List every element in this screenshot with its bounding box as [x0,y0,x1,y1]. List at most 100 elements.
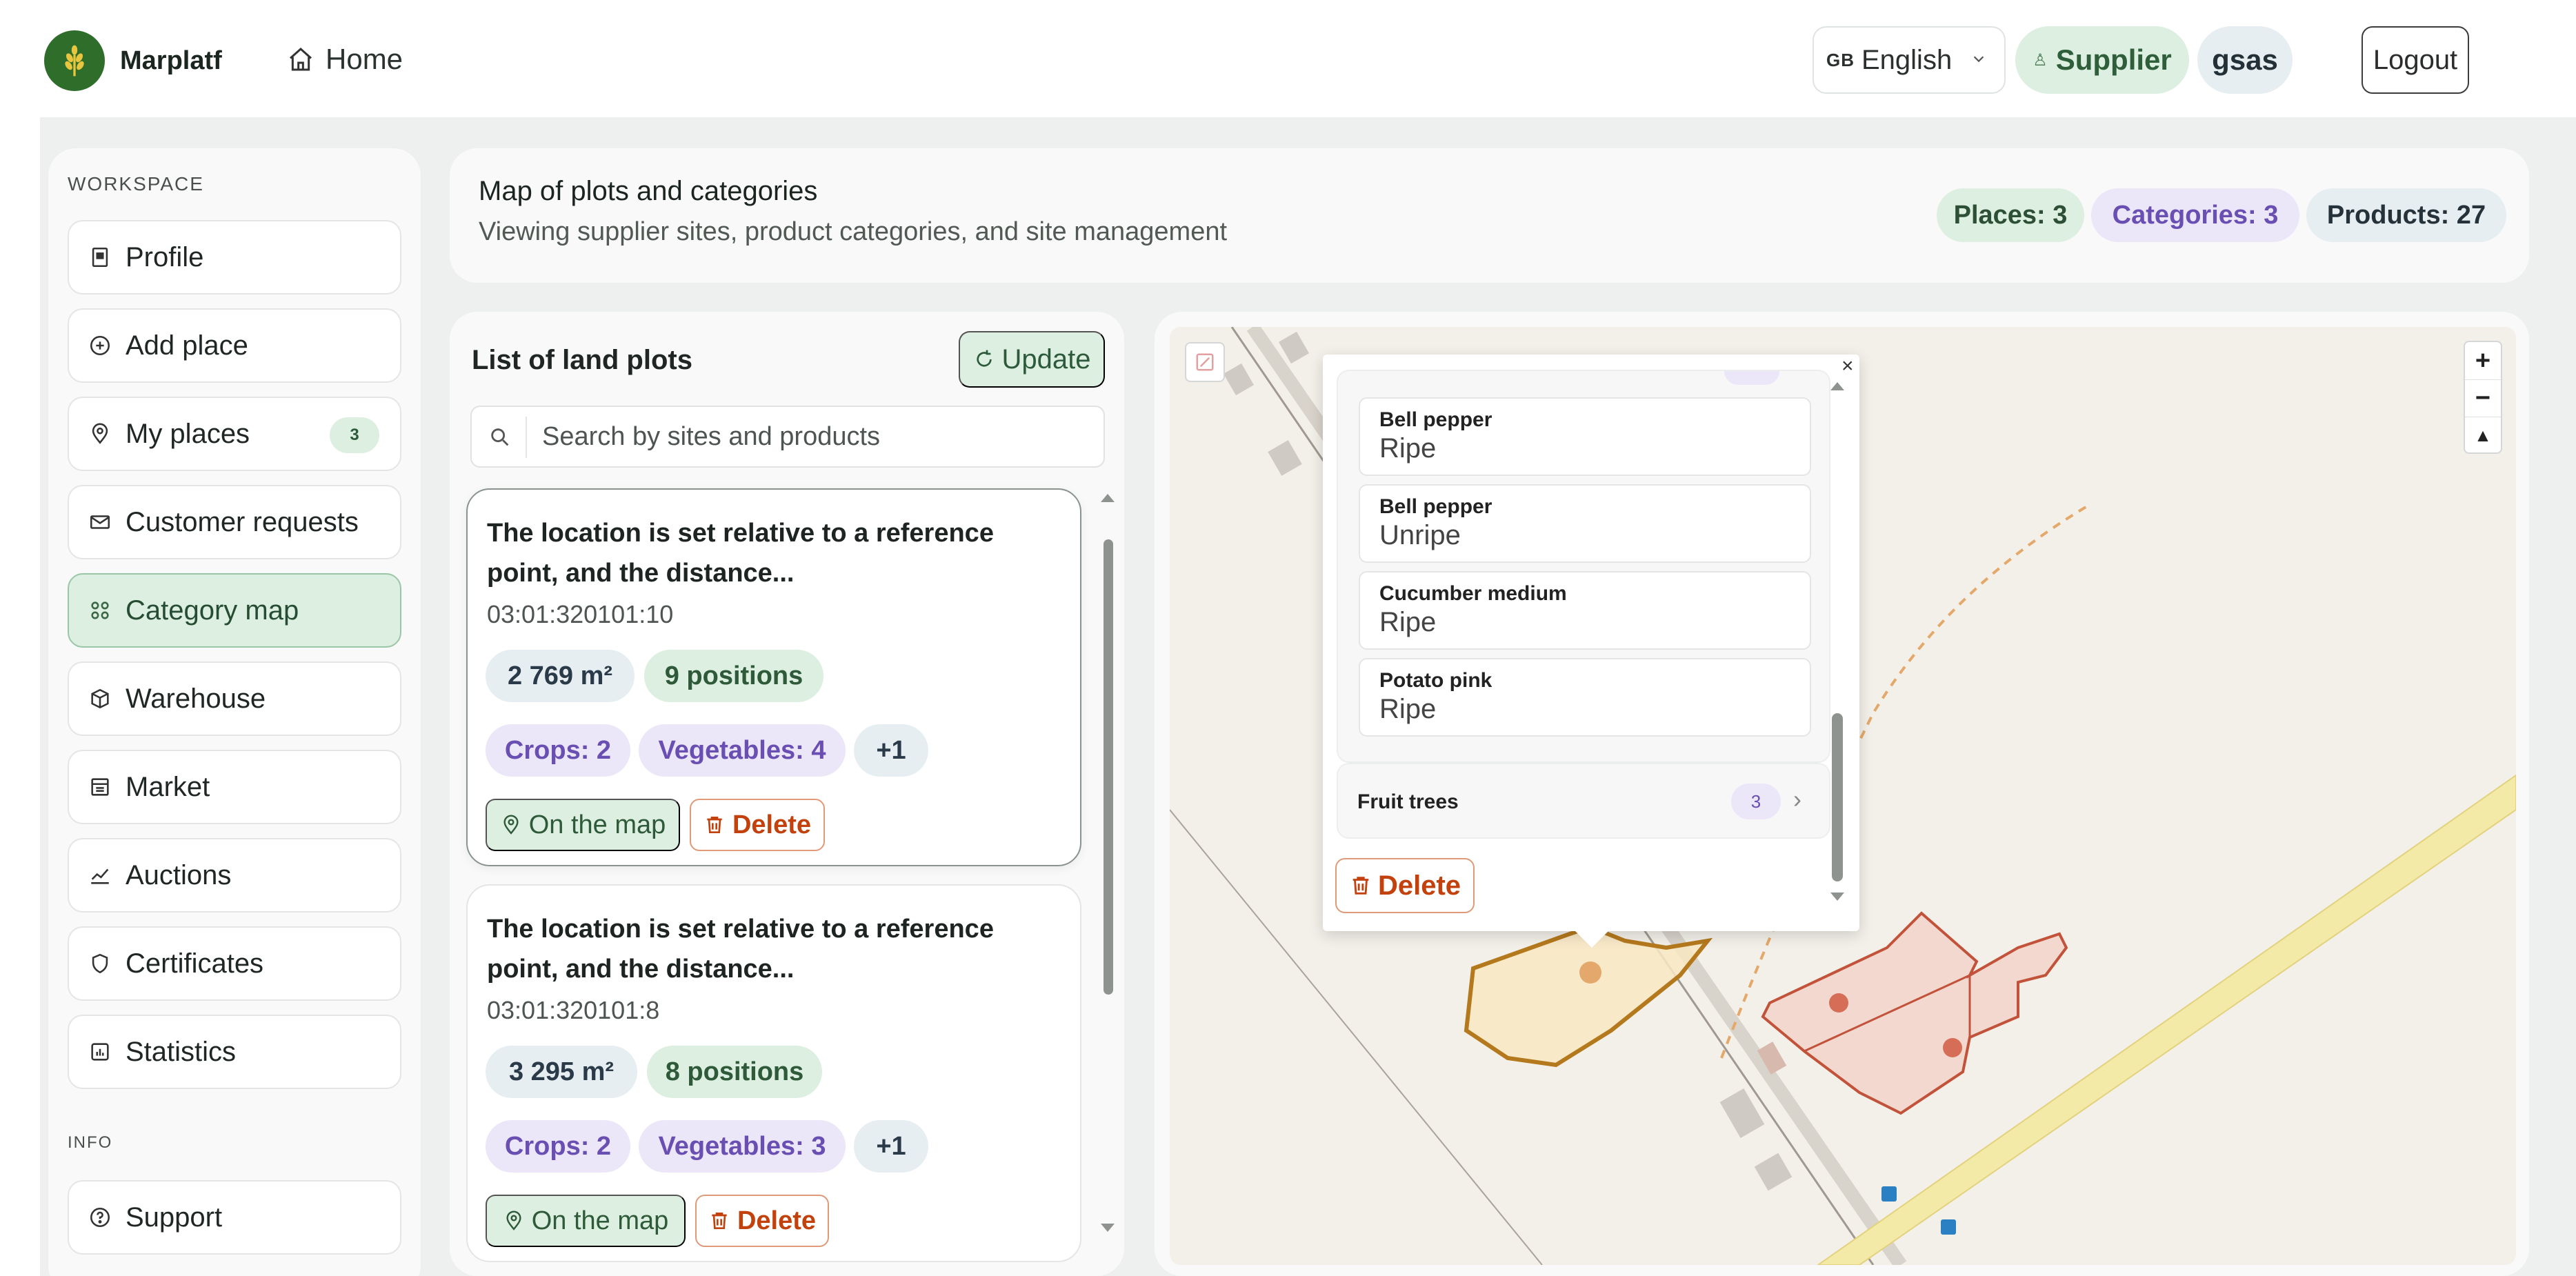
delete-plot-button[interactable]: Delete [690,799,825,851]
list-scroll-down-arrow[interactable] [1101,1224,1115,1232]
mail-icon [88,510,112,534]
category-row-fruit-trees[interactable]: Fruit trees 3 › [1337,763,1830,839]
list-scroll-up-arrow[interactable] [1101,494,1115,502]
product-name: Potato pink [1379,669,1492,692]
home-label: Home [326,43,403,75]
popup-product-list: Bell pepper Ripe Bell pepper Unripe Cucu… [1337,370,1830,763]
popup-delete-button[interactable]: Delete [1335,858,1475,913]
other-plot-marker [1829,993,1848,1013]
popup-close-button[interactable]: × [1841,355,1854,378]
bus-stop-icon [1941,1219,1956,1235]
page-header: Map of plots and categories Viewing supp… [450,148,2529,283]
product-name: Bell pepper [1379,408,1492,431]
product-item[interactable]: Bell pepper Unripe [1359,484,1811,563]
sidebar-item-warehouse[interactable]: Warehouse [68,661,401,736]
popup-pointer [1574,930,1610,948]
bus-stop-icon [1881,1186,1897,1202]
places-count-badge: Places: 3 [1937,188,2084,242]
sidebar-item-profile[interactable]: Profile [68,220,401,295]
info-heading: INFO [68,1133,113,1152]
delete-label: Delete [737,1206,817,1235]
plot-cadastral-number: 03:01:320101:8 [487,996,660,1024]
sidebar-item-market[interactable]: Market [68,750,401,824]
logout-button[interactable]: Logout [2362,26,2469,94]
user-badge[interactable]: gsas [2197,26,2293,94]
show-on-map-label: On the map [528,810,666,839]
vegetables-chip: Vegetables: 3 [639,1120,846,1173]
store-icon [88,775,112,799]
plot-list-title: List of land plots [472,345,692,375]
plot-card-1[interactable]: The location is set relative to a refere… [466,488,1081,866]
popup-scroll-down-arrow[interactable] [1830,893,1844,901]
plot-positions-chip: 8 positions [647,1046,822,1098]
update-button[interactable]: Update [959,331,1105,388]
sidebar-item-customer-requests[interactable]: Customer requests [68,485,401,559]
zoom-out-button[interactable]: − [2465,379,2501,417]
popup-scroll-up-arrow[interactable] [1830,382,1844,390]
category-count-badge: 3 [1731,784,1781,819]
sidebar-item-label: Profile [126,241,204,272]
sidebar-item-category-map[interactable]: Category map [68,573,401,648]
sidebar-item-auctions[interactable]: Auctions [68,838,401,913]
eraser-icon [1196,353,1214,371]
brand[interactable]: Marplatf [44,30,222,91]
category-name: Fruit trees [1357,790,1459,813]
crops-chip: Crops: 2 [486,1120,630,1173]
home-icon [290,47,312,71]
popup-scrollbar-thumb[interactable] [1832,713,1843,881]
role-badge[interactable]: ♙ Supplier [2015,26,2189,94]
sidebar-item-certificates[interactable]: Certificates [68,926,401,1001]
workspace-heading: WORKSPACE [68,173,204,195]
sidebar-item-my-places[interactable]: My places 3 [68,397,401,471]
sidebar-item-label: Customer requests [126,506,359,537]
show-on-map-button[interactable]: On the map [486,799,680,851]
sidebar-item-label: My places [126,418,250,449]
plot-title: The location is set relative to a refere… [487,519,994,588]
sidebar-item-support[interactable]: Support [68,1180,401,1255]
draw-tool-button[interactable] [1185,342,1225,382]
sidebar-item-label: Statistics [126,1036,237,1067]
my-places-count-badge: 3 [330,417,379,453]
pin-icon [88,422,112,446]
home-link[interactable]: Home [287,43,403,76]
plot-title: The location is set relative to a refere… [487,915,994,984]
sidebar-item-statistics[interactable]: Statistics [68,1015,401,1089]
trash-icon [1352,877,1369,895]
language-select[interactable]: GB English [1813,26,2006,94]
selected-plot-marker [1579,961,1601,984]
sidebar-item-add-place[interactable]: Add place [68,308,401,383]
search-box [470,406,1105,468]
box-icon [88,687,112,710]
chevron-down-icon [1973,56,1984,63]
sidebar-item-label: Warehouse [126,683,266,714]
popup-delete-label: Delete [1377,870,1461,901]
plot-list-panel: List of land plots Update The location i… [450,312,1124,1276]
search-divider [526,417,527,458]
categories-count-badge: Categories: 3 [2091,188,2299,242]
plot-popup: × Bell pepper Ripe Bell pepper Unripe Cu… [1323,355,1859,931]
sidebar-item-label: Market [126,771,210,802]
list-scrollbar-thumb[interactable] [1104,539,1113,995]
refresh-icon [976,350,992,367]
product-ripeness: Ripe [1379,607,1437,637]
show-on-map-button[interactable]: On the map [486,1195,686,1247]
more-categories-chip[interactable]: +1 [854,1120,928,1173]
page-subtitle: Viewing supplier sites, product categori… [479,217,1228,246]
more-categories-chip[interactable]: +1 [854,724,928,777]
chevron-right-icon: › [1793,785,1801,813]
product-item[interactable]: Cucumber medium Ripe [1359,571,1811,650]
zoom-in-button[interactable]: + [2465,342,2501,379]
sidebar-item-label: Support [126,1202,223,1233]
brand-name: Marplatf [120,46,222,75]
search-input[interactable] [542,414,1094,459]
product-item[interactable]: Potato pink Ripe [1359,658,1811,737]
chart-icon [88,1040,112,1064]
delete-plot-button[interactable]: Delete [695,1195,829,1247]
popup-category-count-badge [1724,371,1779,385]
compass-reset-button[interactable]: ▲ [2465,417,2501,454]
plot-card-2[interactable]: The location is set relative to a refere… [466,884,1081,1262]
wheat-logo-icon [44,30,105,91]
product-item[interactable]: Bell pepper Ripe [1359,397,1811,476]
grid-icon [88,599,112,622]
sidebar: WORKSPACE Profile Add place My places 3 … [48,148,421,1276]
